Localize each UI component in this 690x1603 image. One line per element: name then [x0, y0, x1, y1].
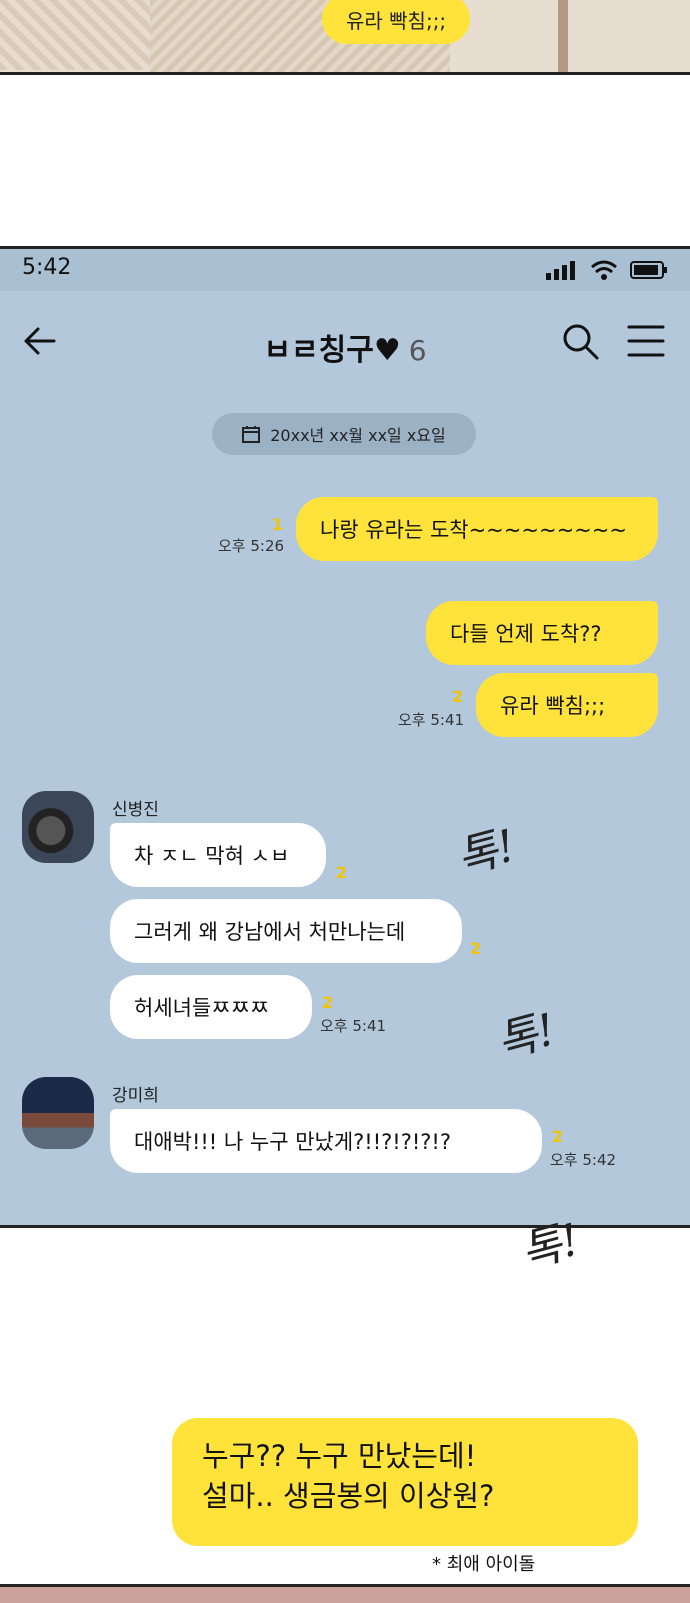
message-time: 오후 5:42 — [550, 1151, 617, 1169]
unread-count: 2 — [552, 1127, 564, 1146]
calendar-icon — [242, 426, 261, 443]
unread-count: 2 — [470, 939, 482, 958]
member-count: 6 — [408, 334, 427, 367]
avatar[interactable] — [22, 1077, 94, 1149]
chair-leg-illustration — [558, 0, 568, 72]
menu-icon[interactable] — [626, 323, 666, 359]
caption-line: 누구?? 누구 만났는데! — [202, 1439, 477, 1473]
top-speech-bubble: 유라 빡침;;; — [322, 0, 471, 44]
status-bar: 5:42 — [0, 249, 690, 291]
their-message-bubble[interactable]: 차 ㅈㄴ 막혀 ㅅㅂ — [110, 823, 326, 887]
message-time: 오후 5:41 — [398, 711, 465, 729]
avatar[interactable] — [22, 791, 94, 863]
my-message-bubble[interactable]: 다들 언제 도착?? — [426, 601, 658, 665]
chat-header: ㅂㄹ칭구♥ 6 — [0, 291, 690, 391]
their-message-bubble[interactable]: 그러게 왜 강남에서 처만나는데 — [110, 899, 462, 963]
wifi-icon — [591, 260, 617, 280]
my-message-bubble[interactable]: 유라 빡침;;; — [476, 673, 658, 737]
phone-chat-screen: 5:42 ㅂㄹ칭구♥ 6 20xx년 xx월 xx일 x요일 1 오후 5:26… — [0, 246, 690, 1228]
search-icon[interactable] — [560, 321, 600, 361]
their-message-bubble[interactable]: 허세녀들ㅉㅉㅉ — [110, 975, 312, 1039]
battery-icon — [630, 261, 667, 279]
date-separator: 20xx년 xx월 xx일 x요일 — [212, 413, 476, 455]
top-comic-panel: 유라 빡침;;; — [0, 0, 690, 75]
next-panel-edge — [0, 1584, 690, 1603]
chat-room-name: ㅂㄹ칭구♥ — [263, 333, 401, 368]
message-time: 오후 5:41 — [320, 1017, 387, 1035]
unread-count: 1 — [272, 515, 284, 534]
unread-count: 2 — [336, 863, 348, 882]
caption-speech-box: 누구?? 누구 만났는데! 설마.. 생금봉의 이상원? — [172, 1418, 638, 1546]
status-time: 5:42 — [22, 255, 72, 280]
signal-icon — [546, 261, 575, 280]
their-message-bubble[interactable]: 대애박!!! 나 누구 만났게?!!?!?!?!? — [110, 1109, 542, 1173]
sender-name: 신병진 — [112, 800, 159, 820]
footnote: * 최애 아이돌 — [432, 1554, 536, 1575]
caption-line: 설마.. 생금봉의 이상원? — [202, 1479, 495, 1513]
sender-name: 강미희 — [112, 1086, 159, 1106]
unread-count: 2 — [452, 687, 464, 706]
my-message-bubble[interactable]: 나랑 유라는 도착~~~~~~~~~ — [296, 497, 658, 561]
unread-count: 2 — [322, 993, 334, 1012]
message-time: 오후 5:26 — [218, 537, 285, 555]
date-label: 20xx년 xx월 xx일 x요일 — [270, 426, 446, 445]
